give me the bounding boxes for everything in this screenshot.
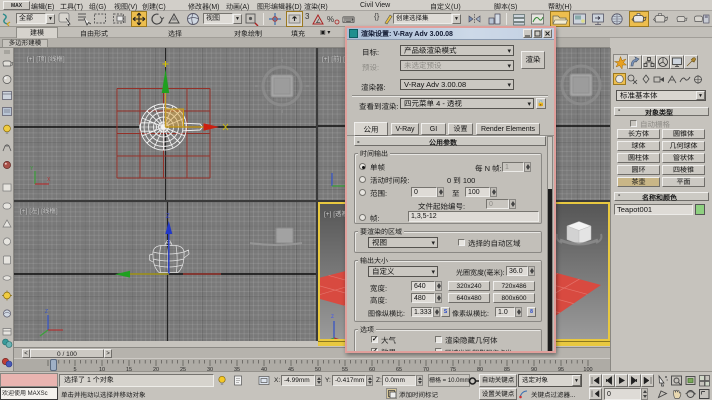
svg-text:∠: ∠	[316, 18, 321, 25]
svg-text:X: X	[47, 177, 51, 183]
svg-text:z: z	[331, 314, 334, 320]
svg-text:Z: Z	[166, 214, 170, 220]
svg-text:Y: Y	[30, 166, 34, 172]
svg-text:%: %	[327, 15, 334, 24]
svg-text:Z: Z	[45, 309, 48, 315]
svg-text:⌨: ⌨	[342, 15, 355, 25]
